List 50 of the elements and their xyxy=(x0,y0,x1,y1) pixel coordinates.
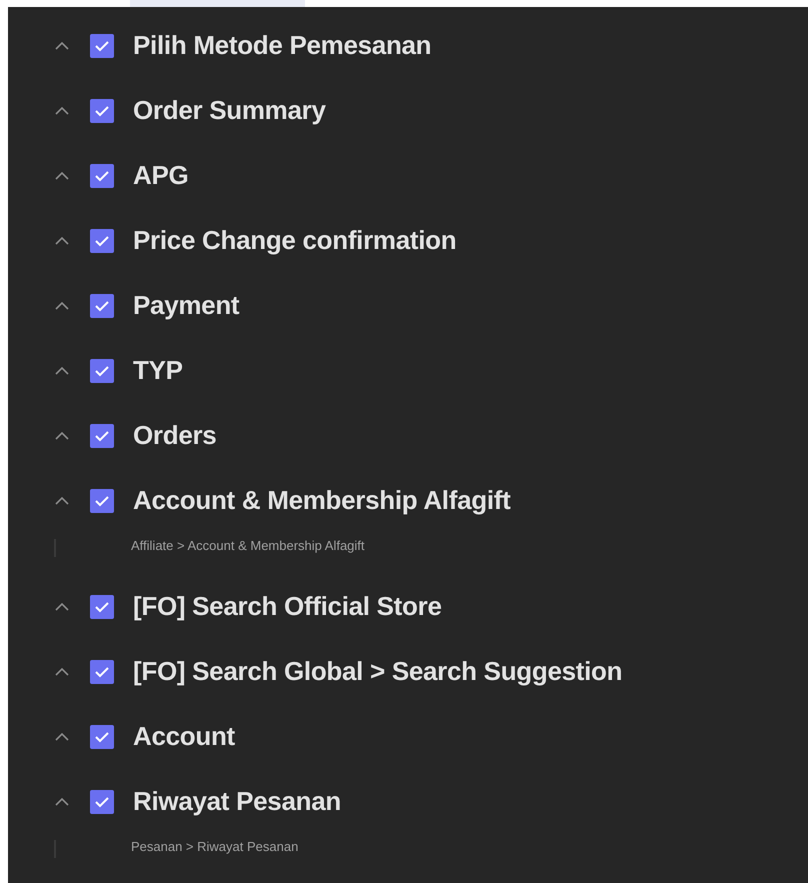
checkbox[interactable] xyxy=(90,294,114,318)
item-title: Price Change confirmation xyxy=(133,225,456,256)
chevron-up-icon[interactable] xyxy=(54,236,70,246)
item-title: Account & Membership Alfagift xyxy=(133,485,510,516)
chevron-up-icon[interactable] xyxy=(54,666,70,676)
chevron-up-icon[interactable] xyxy=(54,732,70,742)
item-title: Account xyxy=(133,721,235,752)
checkmark-icon xyxy=(94,40,110,52)
checkmark-icon xyxy=(94,494,110,506)
checkbox[interactable] xyxy=(90,358,114,382)
checkbox[interactable] xyxy=(90,98,114,122)
checkbox[interactable] xyxy=(90,724,114,748)
checkbox[interactable] xyxy=(90,790,114,814)
checkbox[interactable] xyxy=(90,424,114,448)
chevron-up-icon[interactable] xyxy=(54,366,70,376)
checkmark-icon xyxy=(94,234,110,246)
chevron-up-icon[interactable] xyxy=(54,602,70,612)
item-title: TYP xyxy=(133,355,183,386)
chevron-up-icon[interactable] xyxy=(54,106,70,116)
checkmark-icon xyxy=(94,430,110,442)
chevron-up-icon[interactable] xyxy=(54,796,70,806)
item-path: Pesanan > Riwayat Pesanan xyxy=(131,839,298,854)
checkmark-icon xyxy=(94,300,110,312)
checkbox[interactable] xyxy=(90,228,114,252)
item-title: Riwayat Pesanan xyxy=(133,786,341,817)
checkbox[interactable] xyxy=(90,164,114,188)
checkmark-icon xyxy=(94,170,110,182)
chevron-up-icon[interactable] xyxy=(54,170,70,180)
item-title: Payment xyxy=(133,290,240,321)
item-title: Order Summary xyxy=(133,95,326,126)
checkmark-icon xyxy=(94,730,110,742)
chevron-up-icon[interactable] xyxy=(54,430,70,440)
item-title: Pilih Metode Pemesanan xyxy=(133,30,432,61)
checkmark-icon xyxy=(94,600,110,612)
checkmark-icon xyxy=(94,666,110,678)
item-title: Orders xyxy=(133,420,216,451)
checkmark-icon xyxy=(94,796,110,808)
chevron-up-icon[interactable] xyxy=(54,300,70,310)
chevron-up-icon[interactable] xyxy=(54,40,70,50)
item-path: Affiliate > Account & Membership Alfagift xyxy=(131,538,365,553)
checkbox[interactable] xyxy=(90,594,114,618)
item-title: APG xyxy=(133,160,188,191)
checkbox[interactable] xyxy=(90,488,114,512)
checkmark-icon xyxy=(94,104,110,116)
chevron-up-icon[interactable] xyxy=(54,496,70,506)
checkmark-icon xyxy=(94,364,110,376)
checkbox[interactable] xyxy=(90,34,114,58)
checkbox[interactable] xyxy=(90,660,114,684)
item-title: [FO] Search Official Store xyxy=(133,591,442,622)
item-title: [FO] Search Global > Search Suggestion xyxy=(133,656,622,687)
